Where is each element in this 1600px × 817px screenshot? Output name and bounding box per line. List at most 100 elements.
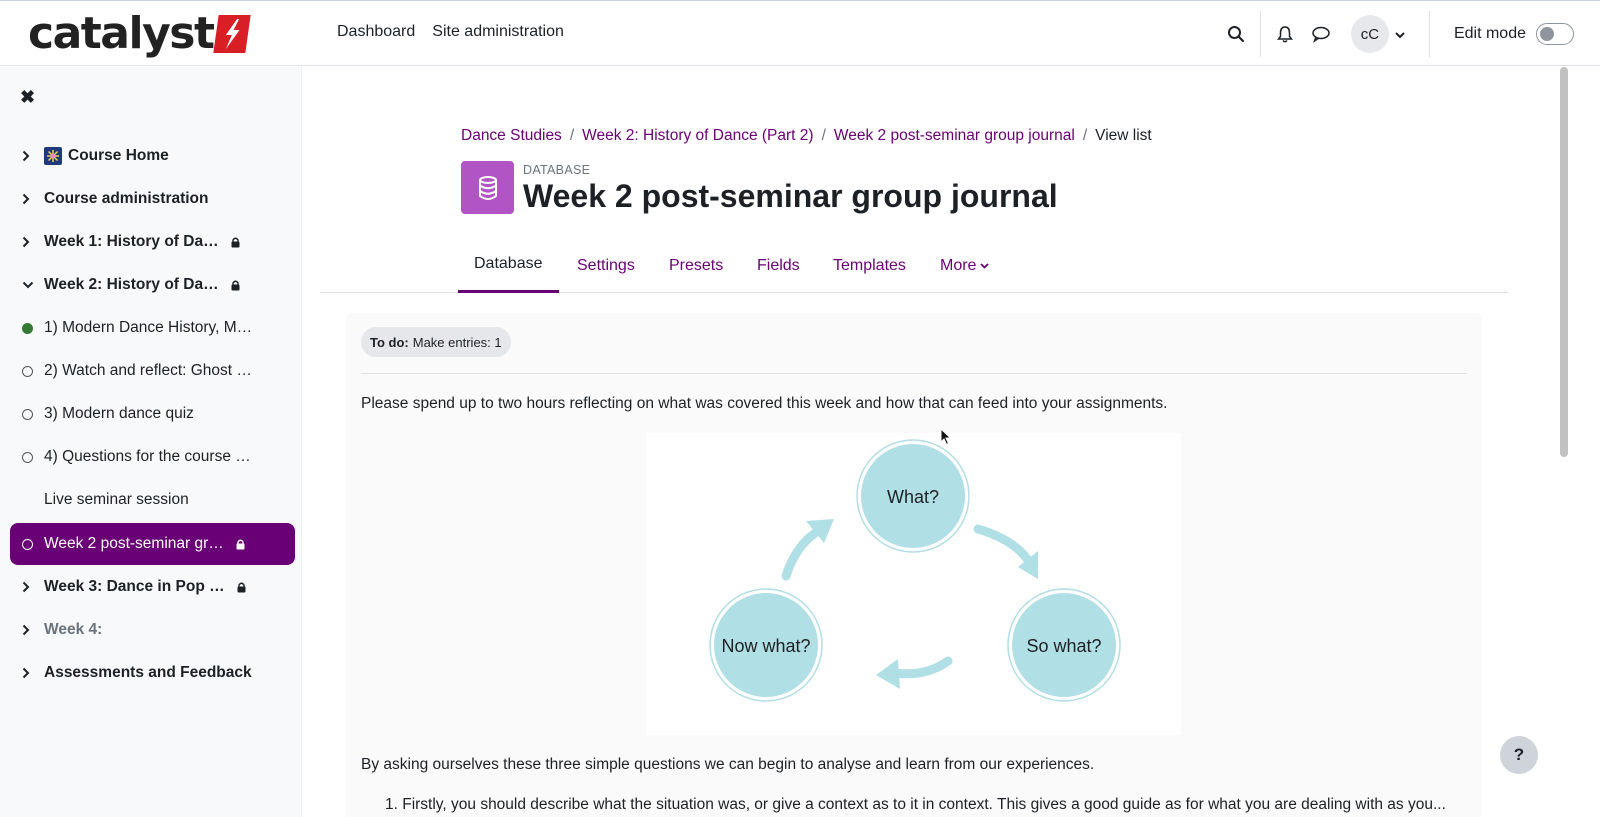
sidebar-item-week-1[interactable]: Week 1: History of Da… (10, 221, 295, 263)
sidebar-item-label: Course administration (44, 190, 209, 207)
sidebar-item-activity-4[interactable]: 4) Questions for the course … (10, 436, 295, 478)
what-circle: What? (856, 439, 970, 553)
tab-label: Settings (577, 256, 635, 274)
help-button[interactable]: ? (1500, 736, 1538, 774)
chevron-down-icon[interactable] (22, 281, 44, 289)
lock-icon (231, 237, 240, 248)
sidebar-item-activity-3[interactable]: 3) Modern dance quiz (10, 393, 295, 435)
tab-label: More (940, 256, 977, 274)
tab-templates[interactable]: Templates (833, 238, 906, 293)
sidebar-item-label: 4) Questions for the course … (44, 448, 251, 465)
logo-text: catalyst (28, 8, 215, 59)
breadcrumb-link-section[interactable]: Week 2: History of Dance (Part 2) (582, 127, 813, 145)
navbar-divider (1428, 11, 1430, 57)
arrow-what-to-so-what-icon (973, 524, 1038, 579)
tab-more[interactable]: More (940, 238, 990, 293)
tab-presets[interactable]: Presets (669, 238, 723, 293)
search-icon[interactable] (1218, 14, 1254, 54)
activity-type-label: DATABASE (523, 163, 591, 177)
messages-chat-icon[interactable] (1303, 14, 1339, 54)
top-navbar: catalyst Dashboard Site administration c… (0, 0, 1600, 66)
sidebar-item-label: Assessments and Feedback (44, 664, 252, 681)
sidebar-item-label: Course Home (68, 147, 169, 164)
sidebar-item-label: Week 2: History of Da… (44, 276, 219, 293)
breadcrumb-link-course[interactable]: Dance Studies (461, 127, 562, 145)
chevron-right-icon[interactable] (22, 193, 44, 205)
tab-label: Templates (833, 256, 906, 274)
diagram-label-so-what: So what? (1026, 636, 1101, 656)
nav-site-administration-link[interactable]: Site administration (432, 23, 564, 41)
close-drawer-icon[interactable]: ✖ (20, 87, 35, 108)
now-what-circle: Now what? (709, 588, 823, 702)
lock-icon (237, 582, 246, 593)
sidebar-item-label: Week 1: History of Da… (44, 233, 219, 250)
chevron-right-icon[interactable] (22, 236, 44, 248)
edit-mode-switch[interactable]: Edit mode (1454, 23, 1574, 45)
breadcrumb-current: View list (1095, 127, 1152, 144)
chevron-right-icon[interactable] (22, 624, 44, 636)
divider (361, 373, 1467, 374)
navbar-divider (1259, 11, 1261, 57)
list-item: 1. Firstly, you should describe what the… (385, 796, 1446, 813)
so-what-circle: So what? (1007, 588, 1121, 702)
diagram-label-now-what: Now what? (721, 636, 810, 656)
sidebar-item-label: 3) Modern dance quiz (44, 405, 194, 422)
arrow-now-what-to-what-icon (781, 519, 834, 581)
chevron-down-icon (1395, 26, 1405, 43)
tab-database[interactable]: Database (458, 238, 559, 293)
logo-mark-icon (213, 15, 252, 53)
breadcrumb-separator: / (569, 127, 575, 144)
chevron-right-icon[interactable] (22, 581, 44, 593)
sidebar-item-label: Week 2 post-seminar gr… (44, 535, 224, 552)
completion-complete-icon (22, 322, 44, 334)
completion-incomplete-icon (22, 408, 44, 420)
chevron-right-icon[interactable] (22, 150, 44, 162)
sidebar-item-course-home[interactable]: Course Home (10, 135, 295, 177)
edit-mode-toggle[interactable] (1536, 23, 1574, 45)
site-logo[interactable]: catalyst (28, 8, 252, 59)
arrow-so-what-to-now-what-icon (876, 656, 953, 689)
avatar: cC (1350, 15, 1389, 53)
tab-label: Fields (757, 256, 800, 274)
sidebar-item-week-2[interactable]: Week 2: History of Da… (10, 264, 295, 306)
tab-label: Database (474, 255, 543, 272)
breadcrumb: Dance Studies / Week 2: History of Dance… (461, 127, 1152, 145)
breadcrumb-separator: / (821, 127, 826, 144)
navbar-right-controls: cC Edit mode (1218, 1, 1600, 67)
breadcrumb-link-activity[interactable]: Week 2 post-seminar group journal (834, 127, 1075, 145)
sidebar-item-week-4[interactable]: Week 4: (10, 609, 295, 651)
breadcrumb-separator: / (1082, 127, 1088, 144)
sidebar-item-live-seminar[interactable]: Live seminar session (10, 479, 295, 521)
completion-todo-badge: To do: Make entries: 1 (361, 327, 511, 357)
page-title: Week 2 post-seminar group journal (523, 178, 1058, 214)
sidebar-item-label: 1) Modern Dance History, M… (44, 319, 253, 336)
completion-incomplete-icon (22, 451, 44, 463)
sidebar-item-post-seminar-journal[interactable]: Week 2 post-seminar gr… (10, 523, 295, 565)
tab-fields[interactable]: Fields (757, 238, 800, 293)
sidebar-item-week-3[interactable]: Week 3: Dance in Pop … (10, 566, 295, 608)
mouse-pointer-icon (940, 427, 952, 450)
sidebar-item-label: Live seminar session (44, 491, 189, 508)
body-paragraph: By asking ourselves these three simple q… (361, 756, 1095, 773)
sidebar-item-label: Week 3: Dance in Pop … (44, 578, 225, 595)
sidebar-item-activity-2[interactable]: 2) Watch and reflect: Ghost … (10, 350, 295, 392)
chevron-right-icon[interactable] (22, 667, 44, 679)
sidebar-item-course-administration[interactable]: Course administration (10, 178, 295, 220)
fireworks-icon (44, 147, 62, 165)
secondary-navigation-tabs: Database Settings Presets Fields Templat… (320, 238, 1508, 293)
sidebar-item-label: 2) Watch and reflect: Ghost … (44, 362, 252, 379)
sidebar-item-activity-1[interactable]: 1) Modern Dance History, M… (10, 307, 295, 349)
sidebar-item-assessments[interactable]: Assessments and Feedback (10, 652, 295, 694)
tab-label: Presets (669, 256, 724, 274)
database-activity-icon (461, 161, 514, 214)
todo-text: Make entries: 1 (412, 334, 502, 350)
completion-incomplete-icon (22, 365, 44, 377)
scrollbar[interactable] (1560, 67, 1568, 457)
edit-mode-label: Edit mode (1453, 25, 1526, 42)
primary-navigation: Dashboard Site administration (337, 23, 564, 41)
notifications-bell-icon[interactable] (1267, 14, 1303, 54)
tab-settings[interactable]: Settings (577, 238, 635, 293)
lock-icon (231, 280, 240, 291)
nav-dashboard-link[interactable]: Dashboard (337, 23, 415, 41)
user-menu[interactable]: cC (1350, 15, 1405, 53)
